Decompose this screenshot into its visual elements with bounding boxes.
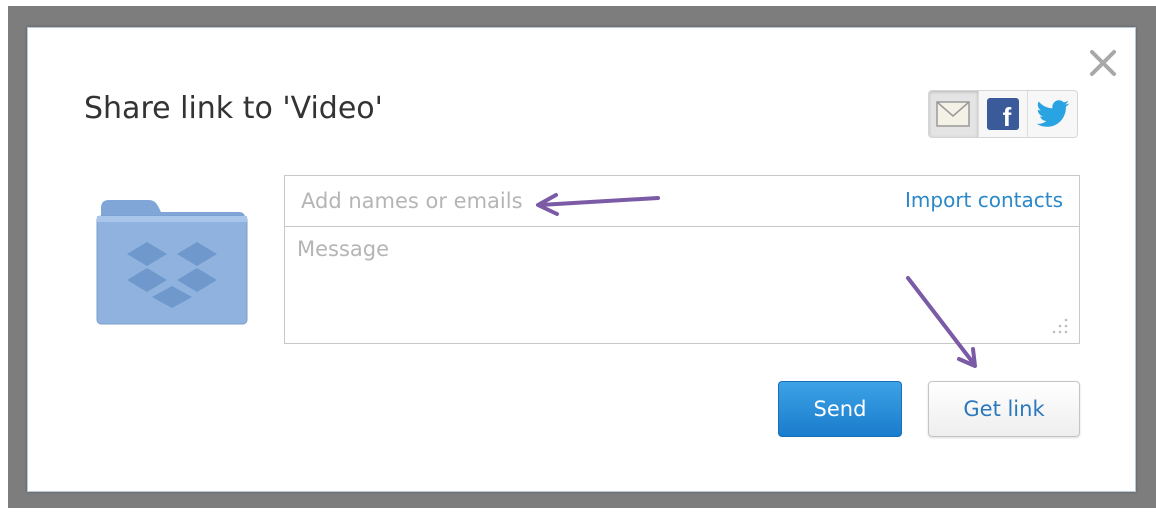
recipients-input[interactable] [301,176,861,226]
message-field [284,226,1080,344]
get-link-button[interactable]: Get link [928,381,1080,437]
send-button[interactable]: Send [778,381,902,437]
dialog-title: Share link to 'Video' [84,91,383,126]
facebook-icon: f [987,98,1019,131]
close-icon [1090,50,1116,76]
svg-text:f: f [1003,102,1012,131]
close-button[interactable] [1088,48,1118,78]
share-twitter-button[interactable] [1028,91,1077,137]
twitter-icon [1036,100,1069,127]
import-contacts-link[interactable]: Import contacts [905,188,1063,212]
share-email-button[interactable] [929,91,979,137]
message-textarea[interactable] [297,237,1057,333]
email-icon [936,101,971,127]
share-facebook-button[interactable]: f [979,91,1029,137]
dropbox-folder-icon [95,196,249,326]
resize-grip-icon[interactable] [1051,317,1069,335]
share-method-group: f [928,90,1078,138]
recipients-field: Import contacts [284,175,1080,227]
